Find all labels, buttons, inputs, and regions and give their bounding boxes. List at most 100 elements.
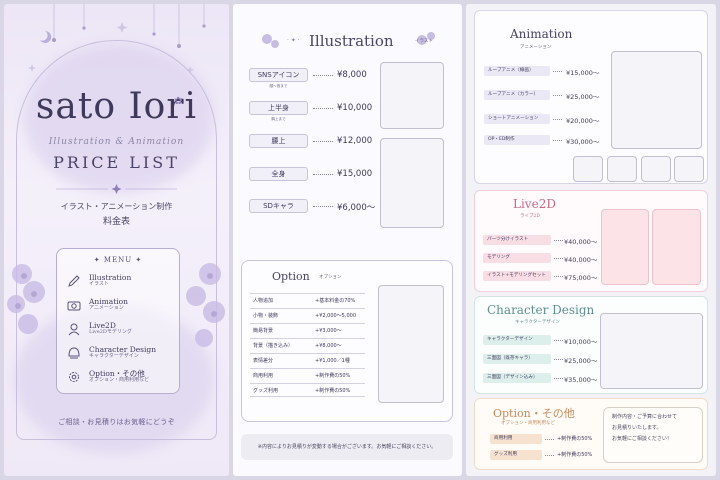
price: ¥40,000〜 xyxy=(564,256,598,264)
price: ¥40,000〜 xyxy=(564,238,598,246)
character-design-title: Character Design xyxy=(487,303,595,317)
leader-dots xyxy=(545,439,554,440)
live2d-card: Live2D ライブ2D パーツ分けイラスト ¥40,000〜 モデリング ¥4… xyxy=(474,190,708,292)
price: ¥12,000 xyxy=(337,136,373,146)
thumbnail-placeholder xyxy=(573,156,603,182)
hydrangea-decoration xyxy=(186,263,225,347)
sample-image-placeholder xyxy=(611,51,702,149)
price: ¥10,000 xyxy=(337,103,373,113)
cover-subtitle: Illustration & Animation xyxy=(48,137,185,147)
price: ¥25,000〜 xyxy=(566,93,600,101)
option-other-title: Option・その他 xyxy=(493,407,575,420)
leader-dots xyxy=(553,95,562,96)
menu-item-character-design[interactable]: Character Design キャラクターデザイン xyxy=(67,343,179,363)
option-other-subtitle: オプション・商用利用など xyxy=(501,421,555,426)
menu-sublabel: オプション・商用利用など xyxy=(89,377,150,384)
price: +制作費の50% xyxy=(557,452,593,458)
notice-bar: ※内容によりお見積りが変動する場合がございます。お気軽にご相談ください。 xyxy=(241,434,453,460)
menu-sublabel: イラスト xyxy=(89,281,109,288)
tag: 商用利用 xyxy=(490,434,542,444)
thumbnail-placeholder xyxy=(607,156,637,182)
price: ¥15,000 xyxy=(337,169,373,179)
option-row: 人物追加 +基本料金の70% xyxy=(250,293,365,307)
item-upper-body: 上半身 xyxy=(249,101,308,115)
tag: イラスト+モデリングセット xyxy=(483,271,551,281)
gear-icon xyxy=(69,372,79,382)
tag: 三面図（既存キャラ） xyxy=(483,354,551,364)
character-head-icon xyxy=(68,347,80,359)
illustration-subtitle: イラスト xyxy=(415,39,433,44)
cover-tagline: イラスト・アニメーション制作 xyxy=(60,202,173,211)
menu-title: ✦ MENU ✦ xyxy=(93,256,143,264)
price: ¥25,000〜 xyxy=(564,357,598,365)
price: ¥75,000〜 xyxy=(564,274,598,282)
item-note: 胸上まで xyxy=(271,117,286,121)
character-icon xyxy=(68,323,80,336)
option-row: 背景（描き込み） +¥8,000〜 xyxy=(250,338,365,352)
tag: OP・ED制作 xyxy=(484,135,550,145)
hydrangea-decoration xyxy=(7,264,45,334)
item-waist-up: 腰上 xyxy=(249,134,308,148)
thumbnail-placeholder xyxy=(674,156,704,182)
price: +制作費の50% xyxy=(557,436,593,442)
price: ¥15,000〜 xyxy=(566,69,600,77)
leader-dots xyxy=(554,240,563,241)
item-sd-chara: SDキャラ xyxy=(249,199,308,213)
menu-item-illustration[interactable]: Illustration イラスト xyxy=(67,271,179,291)
consultation-note: 制作内容・ご予算に合わせて お見積りいたします。 お気軽にご相談ください！ xyxy=(603,407,703,463)
artist-name: sato Iori xyxy=(35,86,198,127)
option-other-card: Option・その他 オプション・商用利用など 商用利用 +制作費の50% グッ… xyxy=(474,398,708,470)
menu-item-live2d[interactable]: Live2D Live2Dモデリング xyxy=(67,319,179,339)
tag: モデリング xyxy=(483,253,551,263)
leader-dots xyxy=(313,75,333,76)
option-row: 小物・装飾 +¥2,000〜5,000 xyxy=(250,308,365,322)
menu-sublabel: Live2Dモデリング xyxy=(89,329,132,336)
animation-card: Animation アニメーション ループアニメ（線画） ¥15,000〜 ルー… xyxy=(474,10,708,184)
menu-item-animation[interactable]: Animation アニメーション xyxy=(67,295,179,315)
leader-dots xyxy=(313,174,333,175)
tag: ショートアニメーション xyxy=(484,114,550,124)
sample-image-placeholder xyxy=(600,313,703,389)
sample-image-placeholder xyxy=(601,209,649,285)
tag: グッズ利用 xyxy=(490,450,542,460)
leader-dots xyxy=(554,340,563,341)
leader-dots xyxy=(553,140,562,141)
price: ¥20,000〜 xyxy=(566,117,600,125)
live2d-subtitle: ライブ2D xyxy=(520,214,540,219)
svg-text:· ✦ ·: · ✦ · xyxy=(287,37,300,44)
option-row: グッズ利用 +制作費の50% xyxy=(250,383,365,397)
leader-dots xyxy=(554,258,563,259)
services-panel: Animation アニメーション ループアニメ（線画） ¥15,000〜 ルー… xyxy=(466,4,716,476)
live2d-title: Live2D xyxy=(513,197,556,211)
price: ¥35,000〜 xyxy=(564,376,598,384)
leader-dots xyxy=(313,206,333,207)
leader-dots xyxy=(313,108,333,109)
option-row: 商用利用 +制作費の50% xyxy=(250,368,365,382)
cover-panel: sato Iori ✿ Illustration & Animation PRI… xyxy=(4,4,229,476)
tag: ループアニメ（線画） xyxy=(484,66,550,76)
pen-icon xyxy=(68,275,80,287)
tag: ループアニメ（カラー） xyxy=(484,90,550,100)
menu-box: ✦ MENU ✦ Illustration イラスト Animation アニメーシ… xyxy=(56,248,180,394)
character-design-subtitle: キャラクターデザイン xyxy=(515,320,560,325)
leader-dots xyxy=(554,276,563,277)
star-icon: ✿ xyxy=(174,96,183,107)
cover-footer: ご相談・お見積りはお気軽にどうぞ xyxy=(58,418,175,426)
star-divider xyxy=(56,184,177,194)
item-sns-icon: SNSアイコン xyxy=(249,68,308,82)
illustration-title: Illustration xyxy=(309,32,394,50)
option-row: 簡易背景 +¥3,000〜 xyxy=(250,323,365,337)
leader-dots xyxy=(545,455,554,456)
sample-image-placeholder xyxy=(378,285,444,403)
sample-image-placeholder xyxy=(380,138,444,228)
tag: 三面図（デザイン込み） xyxy=(483,373,551,383)
animation-title: Animation xyxy=(510,27,573,41)
price: ¥30,000〜 xyxy=(566,138,600,146)
menu-item-option[interactable]: Option・その他 オプション・商用利用など xyxy=(67,367,179,387)
character-design-card: Character Design キャラクターデザイン キャラクターデザイン ¥… xyxy=(474,296,708,394)
cover-tagline-2: 料金表 xyxy=(102,217,130,227)
animation-subtitle: アニメーション xyxy=(520,45,552,50)
price: ¥6,000〜 xyxy=(337,203,376,213)
illustration-panel: · ✦ · Illustration イラスト SNSアイコン 顔〜首まで ¥8… xyxy=(233,4,462,476)
option-subtitle: オプション xyxy=(319,275,342,280)
